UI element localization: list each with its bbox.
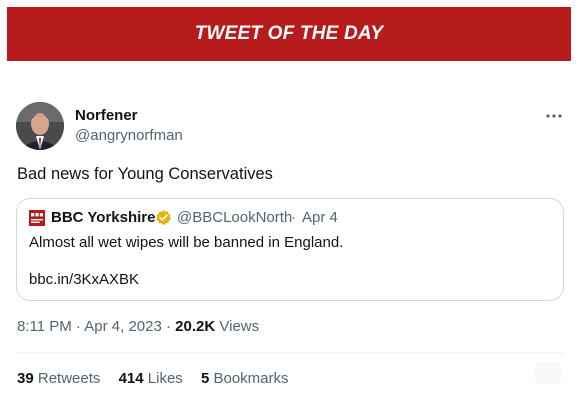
more-icon[interactable] — [545, 108, 563, 118]
header-banner: TWEET OF THE DAY — [7, 7, 571, 61]
likes-label: Likes — [147, 370, 183, 387]
avatar[interactable] — [16, 102, 64, 150]
meta-separator-1: · — [75, 318, 85, 335]
likes-stat[interactable]: 414 Likes — [119, 370, 183, 387]
tweet-text: Bad news for Young Conservatives — [17, 165, 273, 183]
corner-placeholder — [535, 362, 561, 384]
separator-dot: · — [291, 209, 296, 226]
engagement-stats: 39 Retweets 414 Likes 5 Bookmarks — [17, 370, 303, 387]
quoted-tweet-card[interactable]: BBC Yorkshire @BBCLookNorth · Apr 4 Almo… — [16, 198, 564, 301]
likes-count: 414 — [118, 370, 144, 387]
tweet-date[interactable]: Apr 4, 2023 — [84, 318, 162, 335]
bookmarks-label: Bookmarks — [213, 370, 289, 387]
quoted-text: Almost all wet wipes will be banned in E… — [29, 234, 344, 251]
divider — [16, 352, 564, 353]
tweet-time[interactable]: 8:11 PM — [17, 318, 72, 335]
quoted-date[interactable]: Apr 4 — [302, 209, 338, 226]
author-handle[interactable]: @angrynorfman — [75, 127, 183, 144]
bbc-logo-icon — [29, 210, 45, 226]
views-label: Views — [219, 318, 260, 335]
retweets-stat[interactable]: 39 Retweets — [17, 370, 100, 387]
retweets-label: Retweets — [37, 370, 101, 387]
verified-icon — [155, 209, 172, 226]
author-name[interactable]: Norfener — [75, 107, 138, 124]
meta-separator-2: · — [166, 318, 176, 335]
quoted-handle[interactable]: @BBCLookNorth — [177, 209, 292, 226]
bookmarks-stat[interactable]: 5 Bookmarks — [201, 370, 289, 387]
tweet-meta: 8:11 PM · Apr 4, 2023 · 20.2K Views — [17, 318, 259, 335]
banner-title: TWEET OF THE DAY — [194, 23, 384, 44]
bookmarks-count: 5 — [200, 370, 210, 387]
retweets-count: 39 — [17, 370, 34, 387]
views-count: 20.2K — [175, 318, 216, 335]
quoted-link[interactable]: bbc.in/3KxAXBK — [29, 271, 139, 288]
quoted-source-name[interactable]: BBC Yorkshire — [51, 209, 155, 226]
